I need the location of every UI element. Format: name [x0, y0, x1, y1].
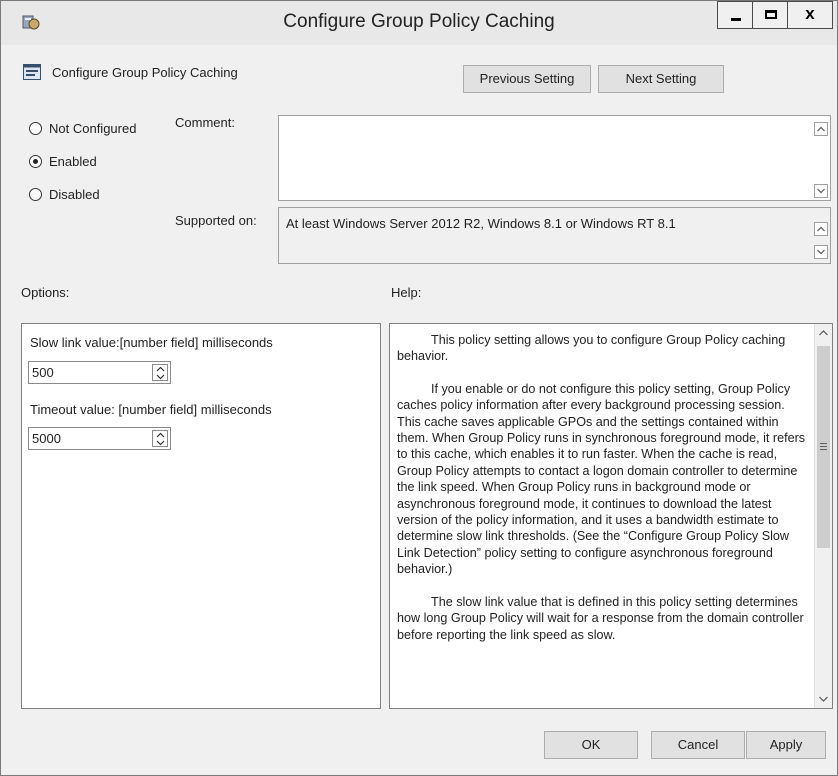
spin-arrows-icon [156, 432, 165, 446]
slow-link-spinbox[interactable]: 500 [28, 361, 171, 384]
scroll-up-arrow-icon[interactable] [819, 330, 828, 336]
apply-label: Apply [769, 737, 803, 752]
help-label: Help: [391, 285, 422, 300]
policy-dialog-window: Configure Group Policy Caching x Configu… [0, 0, 838, 776]
cancel-button[interactable]: Cancel [651, 731, 745, 759]
window-title: Configure Group Policy Caching [283, 11, 555, 32]
comment-scroll-up-button[interactable] [814, 122, 828, 136]
slow-link-value: 500 [32, 365, 54, 380]
previous-setting-button[interactable]: Previous Setting [463, 65, 591, 93]
slow-link-spin-buttons[interactable] [152, 364, 168, 381]
supported-on-value: At least Windows Server 2012 R2, Windows… [286, 216, 676, 231]
radio-circle[interactable] [29, 155, 42, 168]
supported-on-label: Supported on: [175, 213, 257, 228]
radio-label: Disabled [49, 187, 100, 202]
chevron-down-icon [817, 249, 825, 255]
cancel-label: Cancel [677, 737, 719, 752]
spin-arrows-icon [156, 366, 165, 380]
policy-name: Configure Group Policy Caching [52, 65, 238, 80]
ok-label: OK [581, 737, 601, 752]
title-bar[interactable]: Configure Group Policy Caching x [1, 1, 837, 45]
apply-button[interactable]: Apply [746, 731, 826, 759]
thumb-grip [820, 446, 827, 447]
help-paragraph: This policy setting allows you to config… [397, 333, 786, 364]
minimize-button[interactable] [717, 1, 753, 29]
chevron-up-icon [817, 126, 825, 132]
comment-scroll-down-button[interactable] [814, 184, 828, 198]
radio-selected-dot [33, 159, 38, 164]
supported-scroll-down-button[interactable] [814, 245, 828, 259]
maximize-button[interactable] [752, 1, 788, 29]
radio-label: Not Configured [49, 121, 137, 136]
supported-scroll-up-button[interactable] [814, 222, 828, 236]
next-setting-button[interactable]: Next Setting [598, 65, 724, 93]
radio-circle[interactable] [29, 122, 42, 135]
help-paragraph: The slow link value that is defined in t… [397, 594, 804, 642]
scroll-thumb[interactable] [817, 346, 830, 548]
comment-textarea[interactable] [278, 115, 831, 201]
comment-label: Comment: [175, 115, 235, 130]
scroll-down-arrow-icon[interactable] [819, 696, 828, 702]
supported-on-box: At least Windows Server 2012 R2, Windows… [278, 207, 831, 264]
ok-button[interactable]: OK [544, 731, 638, 759]
thumb-grip [820, 449, 827, 450]
thumb-grip [820, 443, 827, 444]
close-button[interactable]: x [787, 1, 833, 29]
next-setting-label: Next Setting [625, 71, 697, 86]
policy-setting-icon [23, 64, 41, 80]
radio-label: Enabled [49, 154, 97, 169]
close-icon: x [805, 4, 815, 23]
help-panel[interactable]: This policy setting allows you to config… [389, 323, 833, 709]
chevron-down-icon [817, 188, 825, 194]
timeout-spin-buttons[interactable] [152, 430, 168, 447]
previous-setting-label: Previous Setting [479, 71, 575, 86]
options-panel: Slow link value:[number field] milliseco… [21, 323, 381, 709]
options-label: Options: [21, 285, 70, 300]
timeout-value: 5000 [32, 431, 61, 446]
minimize-icon [731, 18, 741, 21]
maximize-icon [765, 10, 777, 19]
help-paragraph: If you enable or do not configure this p… [397, 381, 806, 577]
timeout-label: Timeout value: [number field] millisecon… [30, 402, 272, 417]
radio-circle[interactable] [29, 188, 42, 201]
help-scrollbar[interactable] [814, 324, 832, 708]
help-text: This policy setting allows you to config… [397, 332, 807, 659]
slow-link-label: Slow link value:[number field] milliseco… [30, 335, 273, 350]
timeout-spinbox[interactable]: 5000 [28, 427, 171, 450]
chevron-up-icon [817, 226, 825, 232]
